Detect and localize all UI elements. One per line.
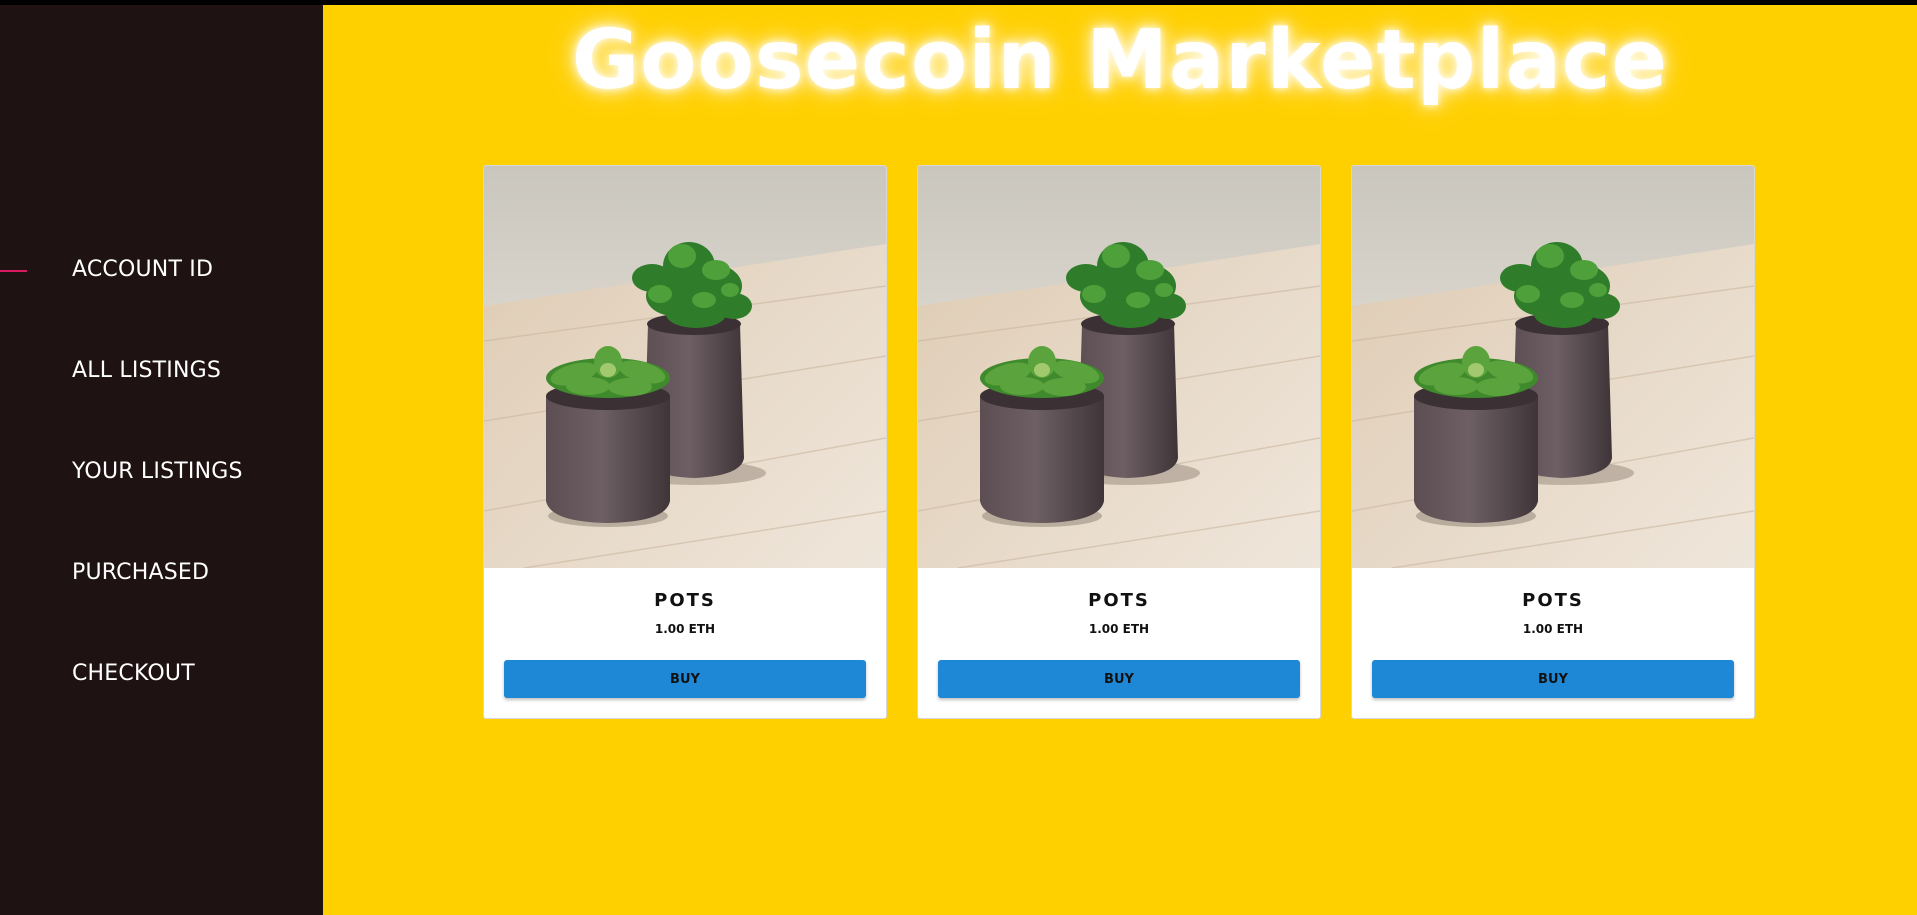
listing-card: POTS 1.00 ETH BUY [1351,165,1755,719]
sidebar: ACCOUNT ID ALL LISTINGS YOUR LISTINGS PU… [0,5,323,915]
main-content: Goosecoin Marketplace POTS 1.00 ETH BUY … [323,5,1917,915]
listing-card: POTS 1.00 ETH BUY [917,165,1321,719]
buy-button[interactable]: BUY [938,660,1300,698]
listing-name: POTS [1522,590,1584,611]
sidebar-item-your-listings[interactable]: YOUR LISTINGS [72,459,243,484]
buy-button[interactable]: BUY [1372,660,1734,698]
sidebar-item-purchased[interactable]: PURCHASED [72,560,209,585]
page-title: Goosecoin Marketplace [571,13,1669,108]
listing-name: POTS [1088,590,1150,611]
listing-card: POTS 1.00 ETH BUY [483,165,887,719]
listing-price: 1.00 ETH [1088,622,1150,636]
listing-price: 1.00 ETH [654,622,716,636]
buy-button[interactable]: BUY [504,660,866,698]
sidebar-item-all-listings[interactable]: ALL LISTINGS [72,358,221,383]
product-photo [918,166,1320,568]
listing-price: 1.00 ETH [1522,622,1584,636]
app-root: ACCOUNT ID ALL LISTINGS YOUR LISTINGS PU… [0,5,1917,915]
active-nav-indicator [0,270,27,272]
product-photo [1352,166,1754,568]
sidebar-item-account-id[interactable]: ACCOUNT ID [72,257,213,282]
sidebar-item-checkout[interactable]: CHECKOUT [72,661,195,686]
product-photo [484,166,886,568]
listing-name: POTS [654,590,716,611]
